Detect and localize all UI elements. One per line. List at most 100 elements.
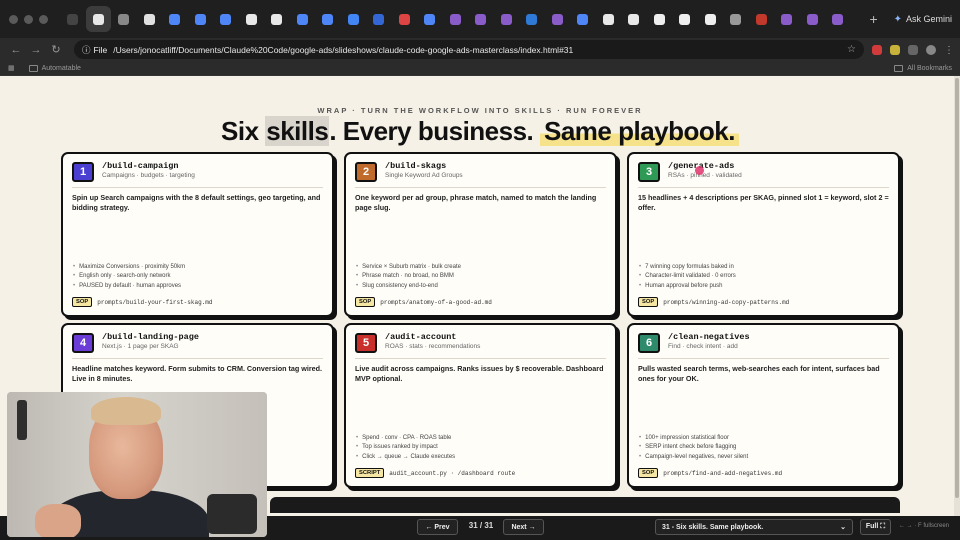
- card-bullet: Slug consistency end-to-end: [356, 282, 461, 291]
- window-controls[interactable]: [0, 14, 60, 24]
- card-number-badge: 6: [638, 333, 660, 353]
- tab-favicon-icon: [704, 13, 716, 25]
- skill-card: 6/clean-negatives Find · check intent · a…: [627, 323, 900, 488]
- browser-tab[interactable]: [468, 6, 494, 32]
- card-footer: SOP prompts/anatomy-of-a-good-ad.md: [355, 297, 492, 307]
- browser-tab[interactable]: [774, 6, 800, 32]
- browser-tab[interactable]: [392, 6, 418, 32]
- tab-favicon-icon: [755, 13, 767, 25]
- card-number-badge: 1: [72, 162, 94, 182]
- card-tag-badge: SOP: [638, 297, 659, 307]
- browser-tab[interactable]: [213, 6, 239, 32]
- card-header: 5/audit-account ROAS · stats · recommenda…: [355, 332, 606, 353]
- tab-favicon-icon: [602, 13, 614, 25]
- card-subtitle: ROAS · stats · recommendations: [385, 343, 481, 350]
- browser-tab[interactable]: [570, 6, 596, 32]
- card-subtitle: Next.js · 1 page per SKAG: [102, 343, 179, 350]
- card-bullet: PAUSED by default · human approves: [73, 282, 185, 291]
- card-subtitle: Campaigns · budgets · targeting: [102, 172, 195, 179]
- browser-tab[interactable]: [366, 6, 392, 32]
- minimize-window-dot[interactable]: [24, 14, 33, 24]
- ask-gemini-button[interactable]: ✦ Ask Gemini: [886, 14, 960, 25]
- card-bullets: Maximize Conversions · proximity 50kmEng…: [73, 263, 185, 291]
- browser-tab[interactable]: [825, 6, 851, 32]
- browser-tab[interactable]: [239, 6, 265, 32]
- next-button[interactable]: Next →: [503, 519, 544, 535]
- prev-button[interactable]: ← Prev: [417, 519, 458, 535]
- browser-tab[interactable]: [647, 6, 673, 32]
- card-header: 3/generate-adsRSAs · pinned · validated: [638, 161, 889, 182]
- browser-tab[interactable]: [749, 6, 775, 32]
- browser-tab[interactable]: [264, 6, 290, 32]
- tab-favicon-icon: [832, 13, 844, 25]
- skill-card: 3/generate-adsRSAs · pinned · validated 1…: [627, 152, 900, 317]
- card-number-badge: 2: [355, 162, 377, 182]
- apps-grid-icon[interactable]: ▦: [8, 64, 15, 72]
- browser-tab[interactable]: [698, 6, 724, 32]
- browser-tab[interactable]: [341, 6, 367, 32]
- site-info-chip[interactable]: ⓘ File: [82, 44, 107, 56]
- keyboard-hint: ← → · F fullscreen: [899, 523, 950, 529]
- card-description: Pulls wasted search terms, web-searches …: [638, 364, 880, 384]
- browser-tab[interactable]: [596, 6, 622, 32]
- card-bullet: Spend · conv · CPA · ROAS table: [356, 434, 455, 443]
- browser-tab[interactable]: [188, 6, 214, 32]
- tab-favicon-icon: [628, 13, 640, 25]
- tab-favicon-icon: [398, 13, 410, 25]
- card-bullet: Click → queue → Claude executes: [356, 453, 455, 462]
- bookmark-folder-automatable[interactable]: Automatable: [28, 64, 81, 72]
- browser-tab[interactable]: [494, 6, 520, 32]
- card-command: /build-landing-page: [102, 332, 199, 342]
- skill-card: 2/build-skags Single Keyword Ad Groups One…: [344, 152, 617, 317]
- url-input[interactable]: ⓘ File /Users/jonocatliff/Documents/Clau…: [74, 40, 864, 59]
- tab-favicon-icon: [449, 13, 461, 25]
- card-divider: [72, 358, 323, 359]
- browser-tab[interactable]: [111, 6, 137, 32]
- slide-select[interactable]: 31 - Six skills. Same playbook. ⌄: [655, 519, 853, 535]
- extension-yellow-icon[interactable]: [890, 44, 900, 55]
- browser-tab[interactable]: [162, 6, 188, 32]
- tab-favicon-icon: [322, 13, 334, 25]
- browser-tab[interactable]: [137, 6, 163, 32]
- browser-tab[interactable]: [417, 6, 443, 32]
- new-tab-button[interactable]: +: [862, 11, 886, 27]
- reload-icon[interactable]: ↻: [46, 43, 66, 56]
- card-tag-badge: SOP: [355, 297, 376, 307]
- card-description: Headline matches keyword. Form submits t…: [72, 364, 323, 384]
- back-arrow-icon[interactable]: ←: [6, 44, 26, 56]
- profile-avatar[interactable]: [926, 44, 936, 55]
- card-divider: [355, 187, 606, 188]
- page-counter: 31 / 31: [468, 521, 494, 530]
- browser-tab[interactable]: [519, 6, 545, 32]
- maximize-window-dot[interactable]: [39, 14, 48, 24]
- card-divider: [355, 358, 606, 359]
- browser-tab[interactable]: [85, 6, 111, 32]
- tab-favicon-icon: [220, 13, 232, 25]
- close-window-dot[interactable]: [9, 14, 18, 24]
- card-divider: [638, 358, 889, 359]
- tab-favicon-icon: [653, 13, 665, 25]
- browser-tab[interactable]: [290, 6, 316, 32]
- card-footer: SOP prompts/build-your-first-skag.md: [72, 297, 212, 307]
- card-tag-badge: SOP: [638, 468, 659, 478]
- tab-favicon-icon: [551, 13, 563, 25]
- extension-red-icon[interactable]: [872, 44, 882, 55]
- card-bullet: Campaign-level negatives, never silent: [639, 453, 748, 462]
- browser-tab[interactable]: [800, 6, 826, 32]
- browser-tab[interactable]: [621, 6, 647, 32]
- extensions-puzzle-icon[interactable]: [908, 44, 918, 55]
- slide-headline: Six skills. Every business. Same playboo…: [0, 116, 960, 147]
- browser-tab[interactable]: [545, 6, 571, 32]
- browser-tab[interactable]: [723, 6, 749, 32]
- forward-arrow-icon[interactable]: →: [26, 44, 46, 56]
- fullscreen-button[interactable]: Full ⛶: [860, 519, 891, 535]
- kebab-menu-icon[interactable]: ⋮: [944, 45, 954, 56]
- gemini-spark-icon: ✦: [893, 13, 902, 25]
- folder-icon: [894, 64, 904, 72]
- browser-tab[interactable]: [315, 6, 341, 32]
- bookmark-star-icon[interactable]: ☆: [847, 44, 856, 55]
- all-bookmarks-button[interactable]: All Bookmarks: [894, 64, 952, 72]
- browser-tab[interactable]: [443, 6, 469, 32]
- browser-tab[interactable]: [60, 6, 86, 32]
- browser-tab[interactable]: [672, 6, 698, 32]
